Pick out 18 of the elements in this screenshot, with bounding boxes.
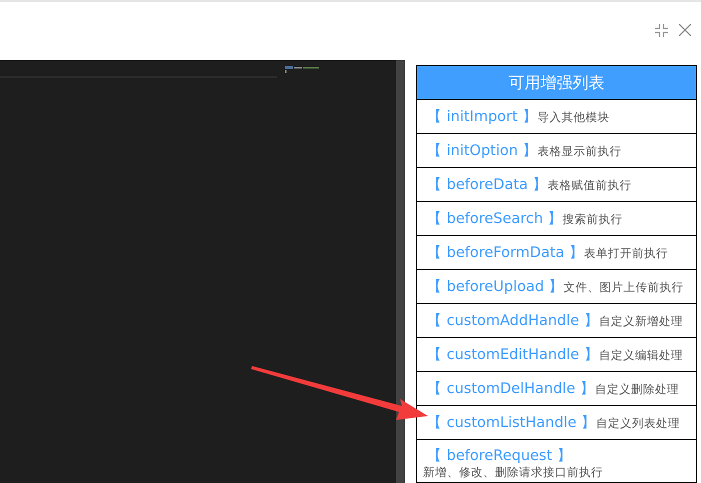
hook-item: 【 initImport 】导入其他模块: [427, 108, 610, 126]
hook-item: 【 customDelHandle 】自定义删除处理: [427, 380, 679, 398]
panel-title: 可用增强列表: [417, 66, 696, 100]
hook-item: 【 customAddHandle 】自定义新增处理: [427, 312, 683, 330]
restore-icon: [655, 24, 668, 37]
hook-item: 【 beforeRequest 】 新增、修改、删除请求接口前执行: [423, 447, 604, 480]
close-button[interactable]: [679, 24, 693, 38]
minimap-drawing: [285, 66, 321, 74]
hook-item: 【 initOption 】表格显示前执行: [427, 142, 622, 160]
hook-item: 【 beforeSearch 】搜索前执行: [427, 210, 623, 228]
restore-button[interactable]: [655, 24, 669, 38]
hook-item: 【 beforeUpload 】文件、图片上传前执行: [427, 278, 684, 296]
scrollbar[interactable]: [396, 60, 405, 483]
hook-item: 【 customListHandle 】自定义列表处理: [427, 414, 680, 432]
hook-item: 【 beforeData 】表格赋值前执行: [427, 176, 632, 194]
close-icon: [679, 24, 691, 36]
hook-item: 【 beforeFormData 】表单打开前执行: [427, 244, 668, 262]
hook-item: 【 customEditHandle 】自定义编辑处理: [427, 346, 683, 364]
